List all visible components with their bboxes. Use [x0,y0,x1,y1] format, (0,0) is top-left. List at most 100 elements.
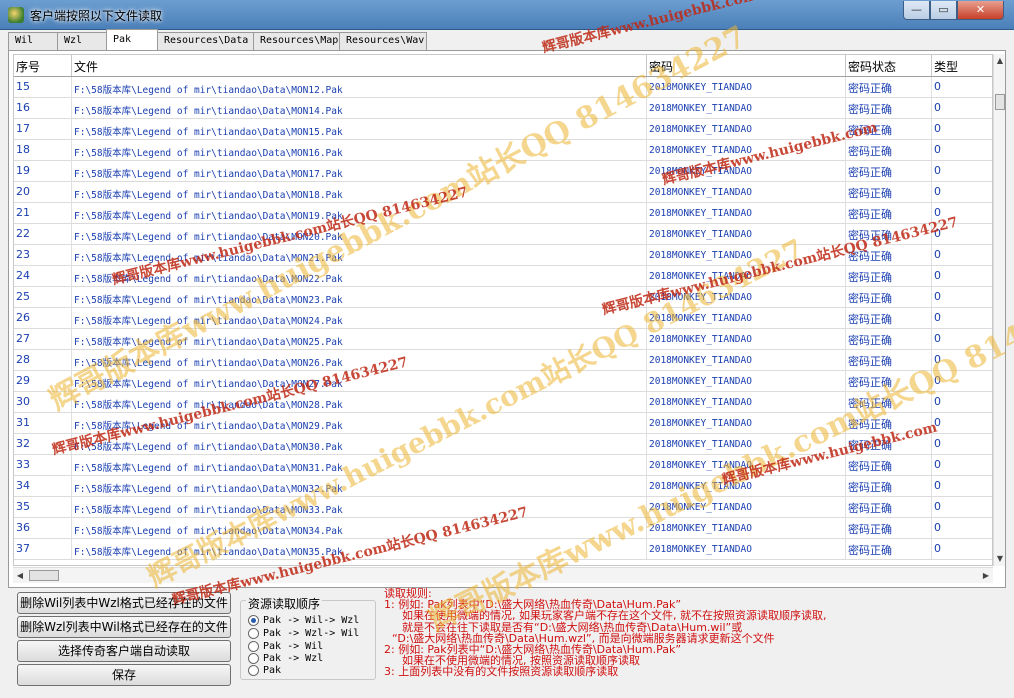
tab-wil[interactable]: Wil [8,32,58,50]
cell-password-status: 密码正确 [846,518,932,538]
cell-password: 2018MONKEY_TIANDAO [647,476,846,496]
table-row[interactable]: 25 F:\58版本库\Legend of mir\tiandao\Data\MO… [14,287,992,308]
radio-icon[interactable] [248,652,259,664]
cell-file: F:\58版本库\Legend of mir\tiandao\Data\MON1… [72,140,647,160]
cell-type: 0 [932,119,992,139]
cell-type: 0 [932,77,992,97]
cell-index: 29 [14,371,72,391]
radio-icon[interactable] [248,664,259,676]
table-row[interactable]: 17 F:\58版本库\Legend of mir\tiandao\Data\MO… [14,119,992,140]
header-index[interactable]: 序号 [14,55,72,76]
table-row[interactable]: 34 F:\58版本库\Legend of mir\tiandao\Data\MO… [14,476,992,497]
table-row[interactable]: 21 F:\58版本库\Legend of mir\tiandao\Data\MO… [14,203,992,224]
cell-file: F:\58版本库\Legend of mir\tiandao\Data\MON2… [72,224,647,244]
cell-password-status: 密码正确 [846,497,932,517]
vertical-scrollbar[interactable]: ▲ ▼ [993,54,1005,566]
tab-pak[interactable]: Pak [106,29,158,50]
cell-password: 2018MONKEY_TIANDAO [647,245,846,265]
cell-type: 0 [932,161,992,181]
read-order-option-1[interactable]: Pak -> Wil-> Wzl [248,614,359,626]
table-row[interactable]: 37 F:\58版本库\Legend of mir\tiandao\Data\MO… [14,539,992,560]
table-row[interactable]: 36 F:\58版本库\Legend of mir\tiandao\Data\MO… [14,518,992,539]
table-row[interactable]: 29 F:\58版本库\Legend of mir\tiandao\Data\MO… [14,371,992,392]
header-password-status[interactable]: 密码状态 [846,55,932,76]
header-type[interactable]: 类型 [932,55,992,76]
table-row[interactable]: 18 F:\58版本库\Legend of mir\tiandao\Data\MO… [14,140,992,161]
scroll-up-icon[interactable]: ▲ [994,54,1006,68]
scroll-right-icon[interactable]: ▶ [979,568,993,583]
horizontal-scroll-thumb[interactable] [29,570,59,581]
radio-icon[interactable] [248,627,259,639]
cell-password-status: 密码正确 [846,77,932,97]
tab-resources-wav[interactable]: Resources\Wav [339,32,427,50]
table-row[interactable]: 20 F:\58版本库\Legend of mir\tiandao\Data\MO… [14,182,992,203]
minimize-button[interactable]: — [903,1,930,20]
close-button[interactable]: ✕ [957,1,1004,20]
save-button[interactable]: 保存 [17,664,231,686]
cell-file: F:\58版本库\Legend of mir\tiandao\Data\MON2… [72,371,647,391]
table-row[interactable]: 24 F:\58版本库\Legend of mir\tiandao\Data\MO… [14,266,992,287]
read-rules: 读取规则: 1: 例如: Pak列表中“D:\盛大网络\热血传奇\Data\Hu… [384,588,984,678]
cell-password: 2018MONKEY_TIANDAO [647,98,846,118]
title-bar: 客户端按照以下文件读取 — ▭ ✕ [0,0,1014,30]
cell-index: 27 [14,329,72,349]
cell-index: 23 [14,245,72,265]
table-row[interactable]: 26 F:\58版本库\Legend of mir\tiandao\Data\MO… [14,308,992,329]
table-row[interactable]: 19 F:\58版本库\Legend of mir\tiandao\Data\MO… [14,161,992,182]
horizontal-scrollbar[interactable]: ◀ ▶ [13,567,993,583]
cell-password-status: 密码正确 [846,266,932,286]
vertical-scroll-thumb[interactable] [995,94,1005,110]
scroll-left-icon[interactable]: ◀ [13,568,27,583]
select-client-button[interactable]: 选择传奇客户端自动读取 [17,640,231,662]
cell-password: 2018MONKEY_TIANDAO [647,119,846,139]
cell-password-status: 密码正确 [846,392,932,412]
table-row[interactable]: 27 F:\58版本库\Legend of mir\tiandao\Data\MO… [14,329,992,350]
cell-index: 28 [14,350,72,370]
cell-index: 18 [14,140,72,160]
cell-password-status: 密码正确 [846,140,932,160]
cell-file: F:\58版本库\Legend of mir\tiandao\Data\MON3… [72,455,647,475]
tab-resources-data[interactable]: Resources\Data [157,32,254,50]
cell-index: 16 [14,98,72,118]
cell-type: 0 [932,539,992,559]
cell-password: 2018MONKEY_TIANDAO [647,329,846,349]
cell-file: F:\58版本库\Legend of mir\tiandao\Data\MON1… [72,98,647,118]
delete-wil-duplicates-button[interactable]: 删除Wil列表中Wzl格式已经存在的文件 [17,592,231,614]
cell-index: 24 [14,266,72,286]
tab-resources-map[interactable]: Resources\Map [253,32,340,50]
header-file[interactable]: 文件 [72,55,647,76]
cell-password: 2018MONKEY_TIANDAO [647,140,846,160]
table-row[interactable]: 32 F:\58版本库\Legend of mir\tiandao\Data\MO… [14,434,992,455]
read-order-option-2[interactable]: Pak -> Wzl-> Wil [248,627,359,639]
header-password[interactable]: 密码 [647,55,846,76]
read-order-option-4[interactable]: Pak -> Wzl [248,652,323,664]
table-row[interactable]: 22 F:\58版本库\Legend of mir\tiandao\Data\MO… [14,224,992,245]
table-row[interactable]: 33 F:\58版本库\Legend of mir\tiandao\Data\MO… [14,455,992,476]
cell-type: 0 [932,434,992,454]
scroll-down-icon[interactable]: ▼ [994,552,1006,566]
cell-password: 2018MONKEY_TIANDAO [647,434,846,454]
table-row[interactable]: 23 F:\58版本库\Legend of mir\tiandao\Data\MO… [14,245,992,266]
grid-body: 15 F:\58版本库\Legend of mir\tiandao\Data\MO… [14,77,992,560]
cell-password-status: 密码正确 [846,476,932,496]
cell-password: 2018MONKEY_TIANDAO [647,161,846,181]
table-row[interactable]: 28 F:\58版本库\Legend of mir\tiandao\Data\MO… [14,350,992,371]
table-row[interactable]: 15 F:\58版本库\Legend of mir\tiandao\Data\MO… [14,77,992,98]
table-row[interactable]: 35 F:\58版本库\Legend of mir\tiandao\Data\MO… [14,497,992,518]
read-order-option-5[interactable]: Pak [248,664,281,676]
read-order-option-3[interactable]: Pak -> Wil [248,640,323,652]
table-row[interactable]: 31 F:\58版本库\Legend of mir\tiandao\Data\MO… [14,413,992,434]
cell-type: 0 [932,476,992,496]
cell-index: 17 [14,119,72,139]
maximize-button[interactable]: ▭ [930,1,957,20]
table-row[interactable]: 30 F:\58版本库\Legend of mir\tiandao\Data\MO… [14,392,992,413]
delete-wzl-duplicates-button[interactable]: 删除Wzl列表中Wil格式已经存在的文件 [17,616,231,638]
cell-index: 35 [14,497,72,517]
table-row[interactable]: 16 F:\58版本库\Legend of mir\tiandao\Data\MO… [14,98,992,119]
radio-icon[interactable] [248,614,259,626]
cell-file: F:\58版本库\Legend of mir\tiandao\Data\MON3… [72,434,647,454]
cell-password-status: 密码正确 [846,224,932,244]
radio-icon[interactable] [248,640,259,652]
tab-wzl[interactable]: Wzl [57,32,107,50]
cell-password: 2018MONKEY_TIANDAO [647,392,846,412]
